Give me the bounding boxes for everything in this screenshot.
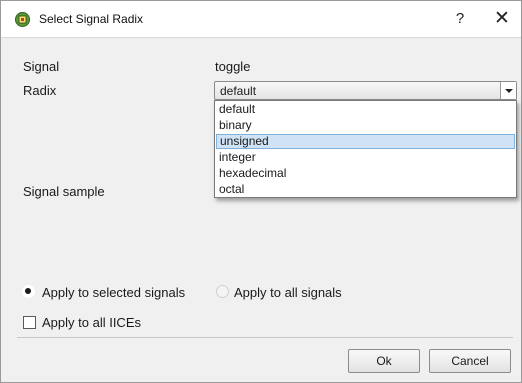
signal-sample-label: Signal sample — [23, 184, 105, 199]
title-bar: Select Signal Radix ? ✕ — [1, 1, 521, 38]
apply-all-iices-checkbox[interactable] — [23, 316, 36, 329]
apply-selected-signals-radio[interactable] — [22, 285, 35, 298]
chip-icon — [15, 12, 30, 27]
radix-option-binary[interactable]: binary — [216, 118, 515, 133]
apply-all-signals-label[interactable]: Apply to all signals — [234, 285, 342, 300]
apply-all-iices-label[interactable]: Apply to all IICEs — [42, 315, 141, 330]
radix-option-default[interactable]: default — [216, 102, 515, 117]
window-title: Select Signal Radix — [39, 12, 144, 26]
radix-select-value: default — [220, 84, 257, 98]
close-button[interactable]: ✕ — [491, 6, 513, 32]
radix-option-hexadecimal[interactable]: hexadecimal — [216, 166, 515, 181]
divider — [17, 337, 513, 338]
radix-option-unsigned[interactable]: unsigned — [216, 134, 515, 149]
radix-label: Radix — [23, 83, 57, 98]
radix-dropdown-list: default binary unsigned integer hexadeci… — [214, 100, 517, 198]
apply-all-signals-radio[interactable] — [216, 285, 229, 298]
radix-select[interactable]: default — [214, 81, 517, 100]
signal-value: toggle — [215, 59, 251, 74]
select-signal-radix-dialog: Select Signal Radix ? ✕ Signal toggle Ra… — [0, 0, 522, 383]
radix-option-integer[interactable]: integer — [216, 150, 515, 165]
ok-button[interactable]: Ok — [348, 349, 420, 373]
radix-option-octal[interactable]: octal — [216, 182, 515, 197]
chevron-down-icon[interactable] — [500, 82, 516, 99]
apply-selected-signals-label[interactable]: Apply to selected signals — [42, 285, 185, 300]
signal-label: Signal — [23, 59, 60, 74]
help-button[interactable]: ? — [449, 6, 471, 32]
cancel-button[interactable]: Cancel — [429, 349, 511, 373]
